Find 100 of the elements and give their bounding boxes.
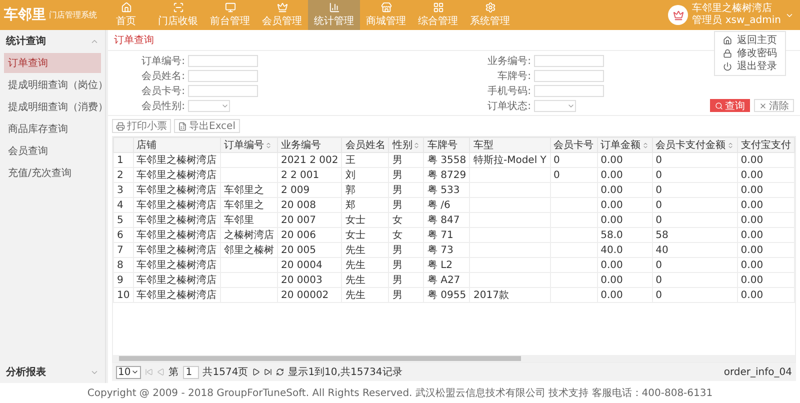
table-cell: 20 00002 [277,288,342,302]
house-icon [120,2,132,13]
avatar[interactable] [668,5,688,25]
column-header[interactable]: 支付宝支付 [737,138,794,152]
column-header[interactable]: 会员卡号 [550,138,598,152]
menu-item[interactable]: 修改密码 [715,47,785,60]
select-field[interactable] [188,100,230,112]
table-cell: 0.00 [737,168,794,182]
refresh-icon[interactable] [276,368,284,376]
row-number: 3 [114,182,134,198]
table-cell: 0.00 [597,168,652,182]
user-role: 管理员 xsw_admin [692,15,781,27]
previous-page-icon[interactable] [156,368,165,376]
table-cell: 58 [652,228,738,242]
bar-chart-icon [328,2,340,13]
table-cell: 郑 [342,198,389,212]
row-number: 5 [114,212,134,228]
table-cell: 20 006 [277,228,342,242]
toolbar-button[interactable]: 导出Excel [174,119,240,133]
table-cell: 20 007 [277,212,342,228]
sidebar-item[interactable]: 订单查询 [4,53,101,73]
table-cell: 王 [342,152,389,168]
table-cell: 20 0003 [277,272,342,288]
sidebar-group[interactable]: 分析报表 [0,361,105,383]
input-field[interactable] [534,54,604,66]
table-cell: 女 [388,228,424,242]
menu-item[interactable]: 返回主页 [715,34,785,47]
records-summary: 显示1到10,共15734记录 [288,366,402,379]
sidebar-item[interactable]: 提成明细查询（消费） [4,97,101,117]
next-page-icon[interactable] [252,368,260,376]
crown-icon [672,10,684,20]
toolbar-button[interactable]: 打印小票 [112,119,171,133]
table-cell: 粤 8729 [424,168,470,182]
printer-icon [116,122,125,130]
sidebar-item[interactable]: 充值/充次查询 [4,163,101,183]
monitor-icon [224,2,236,13]
table-cell: 20 008 [277,198,342,212]
table-cell: 女 [388,212,424,228]
input-field[interactable] [188,54,258,66]
table-cell: 0.00 [597,288,652,302]
page-size-select[interactable]: 10 [116,366,141,378]
table-cell: 特斯拉-Model Y [470,152,550,168]
table-cell: 粤 847 [424,212,470,228]
caret-icon [130,368,139,376]
lock-icon [723,49,732,58]
table-cell: 0.00 [737,288,794,302]
input-field[interactable] [534,84,604,96]
brand-subtitle: 门店管理系统 [49,10,97,21]
column-header[interactable]: 订单编号 [220,138,278,152]
table-cell: 40.0 [597,242,652,258]
field-label: 会员卡号: [140,84,186,98]
table-cell: 车邻里之榛树湾店 [133,182,220,198]
table-cell: 0.00 [737,242,794,258]
table-cell: 男 [388,182,424,198]
table-cell: 车邻里之榛树湾店 [133,272,220,288]
table-cell: 20 0004 [277,258,342,272]
table-cell: 粤 3558 [424,152,470,168]
last-page-icon[interactable] [264,368,272,376]
sidebar-item[interactable]: 会员查询 [4,141,101,161]
input-field[interactable] [534,70,604,82]
column-header[interactable]: 会员卡支付金额 [652,138,738,152]
column-header[interactable]: 业务编号 [277,138,342,152]
horizontal-scrollbar[interactable] [113,355,795,362]
field-label: 会员性别: [140,100,186,112]
row-number: 10 [114,288,134,302]
clear-button[interactable]: 清除 [754,99,794,112]
table-cell: 0.00 [597,198,652,212]
column-header[interactable]: 会员姓名 [342,138,389,152]
table-cell: 0 [652,212,738,228]
table-cell: 0.00 [737,152,794,168]
page-input[interactable]: 1 [182,366,199,378]
power-icon [723,62,732,71]
search-button[interactable]: 查询 [710,99,750,112]
store-name: 车邻里之榛树湾店 [692,3,774,15]
column-header[interactable]: 性别 [388,138,424,152]
crown-icon [276,2,288,13]
table-cell: 0.00 [737,212,794,228]
field-label: 车牌号: [496,70,532,82]
first-page-icon[interactable] [144,368,153,376]
table-cell: 2021 2 002 [277,152,342,168]
table-cell: 车邻里之榛树湾店 [133,242,220,258]
table-cell: 0 [652,182,738,198]
table-cell: 邻里之榛树 [220,242,278,258]
menu-item[interactable]: 退出登录 [715,60,785,73]
table-cell: 男 [388,168,424,182]
page-code: order_info_04 [724,366,792,378]
spreadsheet-icon [178,122,187,130]
sidebar-item[interactable]: 商品库存查询 [4,119,101,139]
select-field[interactable] [534,100,576,112]
sidebar-item[interactable]: 提成明细查询（岗位） [4,75,101,95]
input-field[interactable] [188,70,258,82]
column-header[interactable]: 车型 [470,138,550,152]
brand-logo-text: 车邻里 [4,6,46,24]
column-header[interactable]: 订单金额 [597,138,652,152]
column-header[interactable]: 车牌号 [424,138,470,152]
store-icon [380,2,392,13]
table-cell: 之榛树湾店 [220,228,278,242]
column-header[interactable]: 店铺 [133,138,220,152]
sidebar-group[interactable]: 统计查询 [0,30,105,52]
input-field[interactable] [188,84,258,96]
